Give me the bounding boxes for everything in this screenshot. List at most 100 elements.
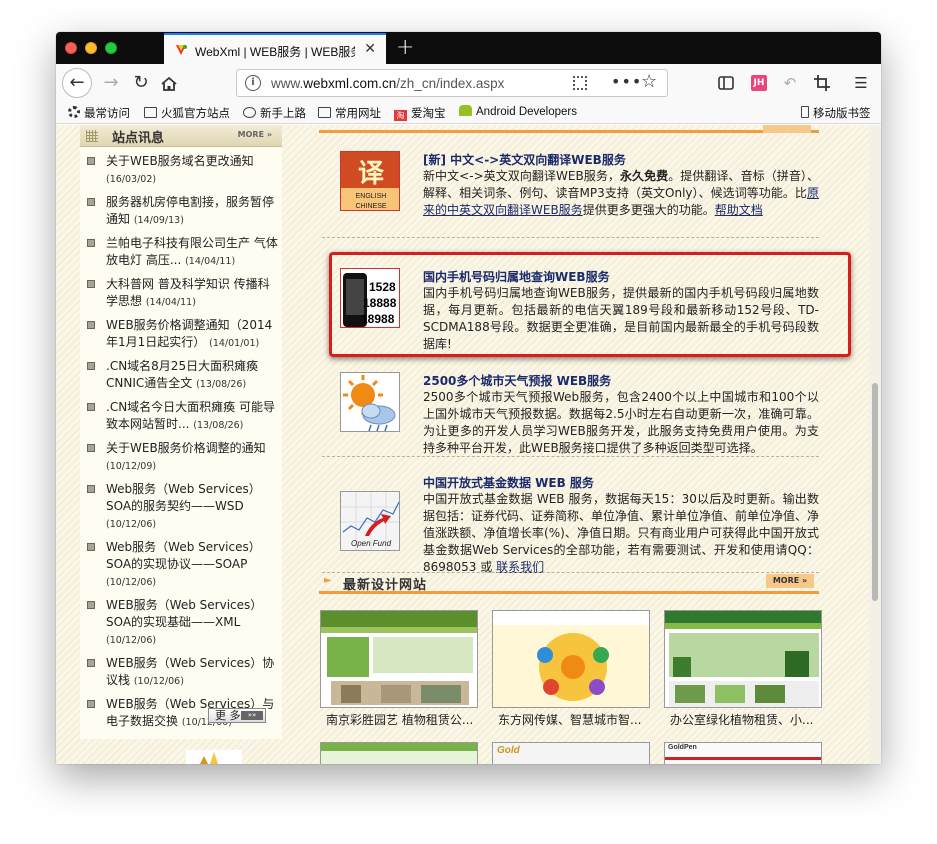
page-scrollbar[interactable] (869, 125, 881, 764)
news-title[interactable]: 关于WEB服务价格调整的通知 (106, 441, 266, 455)
services-panel: 译 ENGLISH CHINESE [新] 中文<->英文双向翻译WEB服务 新… (311, 125, 822, 764)
square-bullet-icon (87, 601, 95, 609)
forward-button[interactable]: → (98, 70, 124, 96)
news-list-item[interactable]: WEB服务（Web Services）协议栈 (10/12/06) (84, 655, 280, 690)
site-thumbnail-dongfang[interactable] (492, 610, 650, 708)
tab-active[interactable]: WebXml | WEB服务 | WEB服务能 ✕ (164, 33, 386, 64)
service-title[interactable]: 中国开放式基金数据 WEB 服务 (423, 474, 594, 491)
news-list-item[interactable]: 关于WEB服务价格调整的通知 (10/12/09) (84, 440, 280, 475)
folder-icon (144, 107, 157, 118)
menu-icon[interactable]: ☰ (851, 73, 871, 93)
site-info-icon[interactable]: i (245, 75, 261, 91)
site-news-panel: 站点讯息 MORE » 关于WEB服务域名更改通知 (16/03/02) 服务器机… (80, 125, 282, 739)
news-date: (14/04/11) (185, 256, 236, 267)
back-button[interactable]: ← (62, 68, 92, 98)
news-list-item[interactable]: 关于WEB服务域名更改通知 (16/03/02) (84, 153, 280, 188)
news-list-item[interactable]: Web服务（Web Services）SOA的实现协议——SOAP (10/12… (84, 539, 280, 591)
reload-button[interactable]: ↻ (128, 70, 154, 96)
page-viewport: 站点讯息 MORE » 关于WEB服务域名更改通知 (16/03/02) 服务器机… (56, 125, 881, 764)
scrollbar-thumb[interactable] (872, 383, 878, 601)
undo-icon[interactable]: ↶ (780, 73, 800, 93)
webxml-favicon-icon (176, 45, 187, 55)
news-list-item[interactable]: .CN域名8月25日大面积瘫痪 CNNIC通告全文 (13/08/26) (84, 358, 280, 393)
gold-logo-text: Gold (497, 745, 520, 756)
minimize-window-button[interactable] (85, 42, 97, 54)
bookmark-most-visited[interactable]: 最常访问 (68, 105, 130, 121)
open-fund-chart-icon: Open Fund (341, 492, 399, 550)
fund-service-image[interactable]: Open Fund (340, 491, 400, 551)
news-list-item[interactable]: 服务器机房停电割接，服务暂停通知 (14/09/13) (84, 194, 280, 229)
news-date: (16/03/02) (106, 174, 157, 185)
site-thumbnail-row2-2[interactable]: Gold (492, 742, 650, 764)
bookmark-common-sites[interactable]: 常用网址 (318, 105, 381, 121)
url-bar[interactable]: i www.webxml.com.cn/zh_cn/index.aspx •••… (236, 69, 668, 97)
square-bullet-icon (87, 543, 95, 551)
site-thumbnail-row2-1[interactable] (320, 742, 478, 764)
screenshot-crop-icon[interactable] (812, 73, 832, 93)
profile-badge[interactable]: JH (751, 75, 767, 91)
latest-sites-title: 最新设计网站 (343, 578, 428, 593)
services-more-tab[interactable] (763, 125, 811, 133)
bookmark-android-developers[interactable]: Android Developers (459, 105, 577, 118)
site-caption[interactable]: 办公室绿化植物租赁、小... (670, 711, 828, 728)
service-title[interactable]: 2500多个城市天气预报 WEB服务 (423, 372, 611, 389)
page-actions-button[interactable]: ••• (611, 72, 642, 91)
news-list-item[interactable]: 兰帕电子科技有限公司生产 气体放电灯 高压... (14/04/11) (84, 235, 280, 270)
bookmark-mobile[interactable]: 移动版书签 (801, 105, 871, 121)
tab-title: WebXml | WEB服务 | WEB服务能 (195, 45, 355, 59)
news-date: (14/09/13) (133, 215, 184, 226)
site-caption[interactable]: 东方网传媒、智慧城市智... (498, 711, 656, 728)
qr-code-icon[interactable] (573, 76, 587, 90)
news-date: (10/12/06) (106, 519, 157, 530)
translate-service-image[interactable]: 译 ENGLISH CHINESE (340, 151, 400, 211)
news-date: (10/12/09) (106, 461, 157, 472)
site-news-more-link[interactable]: MORE » (238, 130, 272, 139)
help-doc-link[interactable]: 帮助文档 (715, 203, 763, 217)
svg-text:Open Fund: Open Fund (351, 539, 392, 548)
latest-sites-more-link[interactable]: MORE » (766, 574, 814, 588)
weather-service-image[interactable] (340, 372, 400, 432)
translate-icon: 译 ENGLISH CHINESE (341, 152, 399, 210)
site-thumbnail-office-plants[interactable] (664, 610, 822, 708)
news-title[interactable]: Web服务（Web Services）SOA的实现协议——SOAP (106, 540, 261, 571)
sidebar-icon[interactable] (716, 73, 736, 93)
square-bullet-icon (87, 444, 95, 452)
close-tab-icon[interactable]: ✕ (364, 41, 376, 57)
office-plants-site-preview (665, 611, 821, 707)
site-thumbnail-nanjing[interactable] (320, 610, 478, 708)
more-news-button[interactable]: 更 多 »» (208, 708, 266, 723)
close-window-button[interactable] (65, 42, 77, 54)
news-list-item[interactable]: WEB服务（Web Services）SOA的实现基础——XML (10/12/… (84, 597, 280, 649)
news-title[interactable]: WEB服务（Web Services）SOA的实现基础——XML (106, 598, 262, 629)
svg-text:译: 译 (358, 159, 385, 189)
url-text[interactable]: www.webxml.com.cn/zh_cn/index.aspx (271, 76, 504, 91)
bookmark-star-icon[interactable]: ☆ (641, 71, 657, 92)
divider (322, 237, 819, 238)
news-list-item[interactable]: 大科普网 普及科学知识 传播科学思想 (14/04/11) (84, 276, 280, 311)
bookmark-ai-taobao[interactable]: 淘爱淘宝 (394, 105, 446, 121)
news-title[interactable]: Web服务（Web Services）SOA的服务契约——WSD (106, 482, 261, 513)
news-title[interactable]: 关于WEB服务域名更改通知 (106, 154, 254, 168)
news-date: (10/12/06) (133, 676, 184, 687)
site-news-title: 站点讯息 (112, 131, 165, 146)
new-tab-button[interactable]: + (396, 35, 414, 60)
service-item-open-fund: Open Fund 中国开放式基金数据 WEB 服务 中国开放式基金数据 WEB… (340, 474, 819, 574)
goldpen-logo-text: GoldPen (668, 744, 697, 751)
svg-text:ENGLISH: ENGLISH (356, 193, 387, 200)
orange-arrow-icon: ► (324, 575, 332, 586)
news-list-item[interactable]: Web服务（Web Services）SOA的服务契约——WSD (10/12/… (84, 481, 280, 533)
news-date: (14/04/11) (145, 297, 196, 308)
divider (322, 456, 819, 457)
square-bullet-icon (87, 362, 95, 370)
site-thumbnail-row2-3[interactable]: GoldPen (664, 742, 822, 764)
site-caption[interactable]: 南京彩胜园艺 植物租赁公... (326, 711, 484, 728)
home-icon[interactable] (160, 76, 178, 92)
service-title[interactable]: [新] 中文<->英文双向翻译WEB服务 (423, 151, 626, 168)
browser-window: WebXml | WEB服务 | WEB服务能 ✕ + ← → ↻ i www.… (56, 32, 881, 764)
bookmark-getting-started[interactable]: 新手上路 (243, 105, 306, 121)
news-list: 关于WEB服务域名更改通知 (16/03/02) 服务器机房停电割接，服务暂停通知… (84, 153, 280, 737)
maximize-window-button[interactable] (105, 42, 117, 54)
news-list-item[interactable]: WEB服务价格调整通知（2014年1月1日起实行） (14/01/01) (84, 317, 280, 352)
bookmark-firefox-sites[interactable]: 火狐官方站点 (144, 105, 230, 121)
news-list-item[interactable]: .CN域名今日大面积瘫痪 可能导致本网站暂时... (13/08/26) (84, 399, 280, 434)
